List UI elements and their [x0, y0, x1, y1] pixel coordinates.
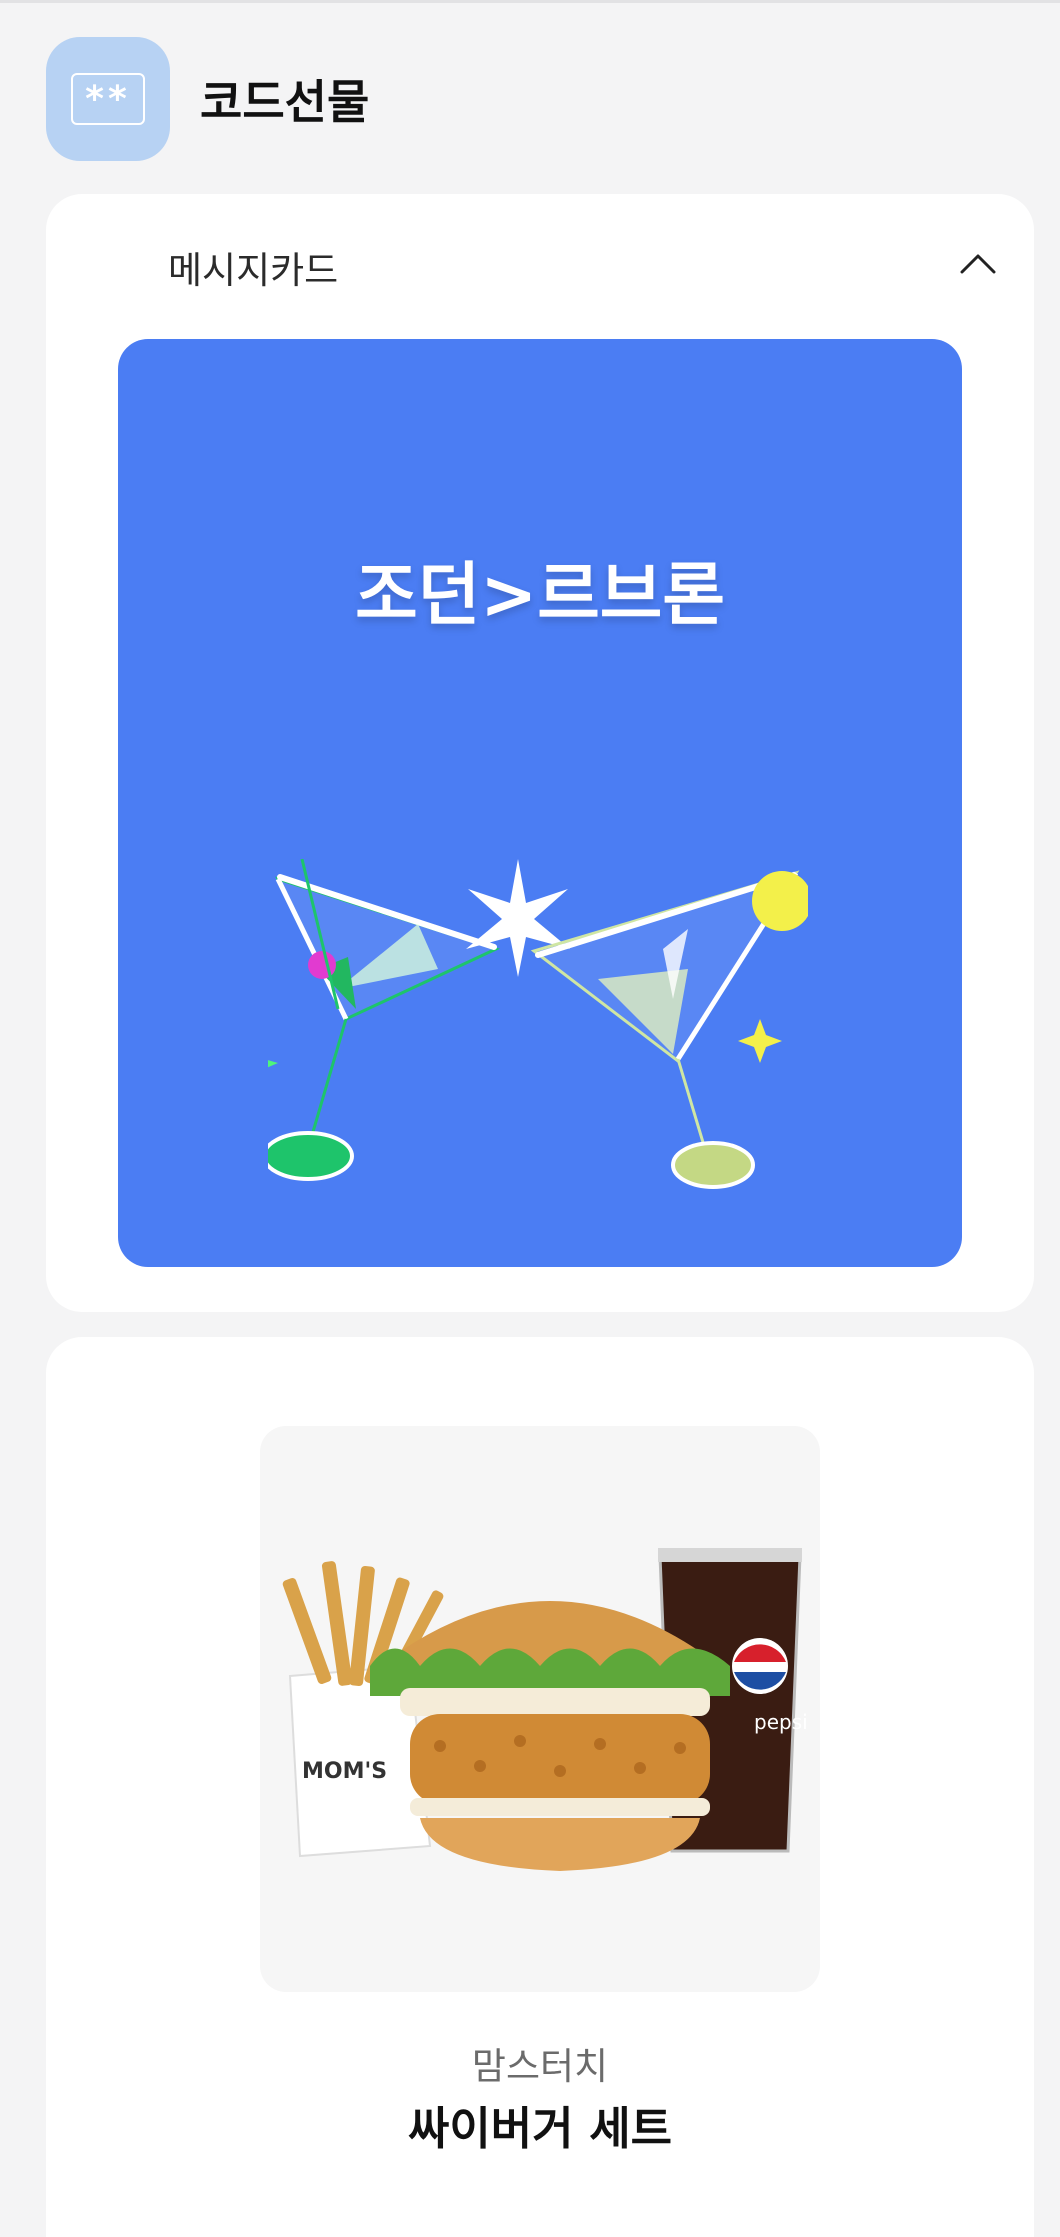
fries-bag-text: MOM'S: [302, 1759, 387, 1784]
code-gift-app-icon: **: [46, 37, 170, 161]
top-divider: [0, 0, 1060, 3]
card-icon: **: [71, 73, 145, 125]
page-header: ** 코드선물: [46, 37, 369, 161]
message-text: 조던>르브론: [355, 556, 725, 635]
message-card-section: 메시지카드 조던>르브론: [46, 194, 1034, 1312]
burger-set-image[interactable]: MOM'S pepsi: [260, 1426, 820, 1992]
product-brand: 맘스터치: [471, 2045, 609, 2088]
section-title: 메시지카드: [168, 249, 339, 292]
chevron-up-icon[interactable]: [958, 250, 998, 276]
message-card-preview[interactable]: 조던>르브론: [118, 339, 962, 1267]
product-name: 싸이버거 세트: [407, 2102, 673, 2155]
cocktail-toast-illustration: [268, 859, 808, 1189]
page-title: 코드선물: [200, 75, 370, 129]
cup-brand-text: pepsi: [754, 1710, 808, 1734]
product-section: MOM'S pepsi 맘스터치 싸이버거 세트: [46, 1337, 1034, 2237]
